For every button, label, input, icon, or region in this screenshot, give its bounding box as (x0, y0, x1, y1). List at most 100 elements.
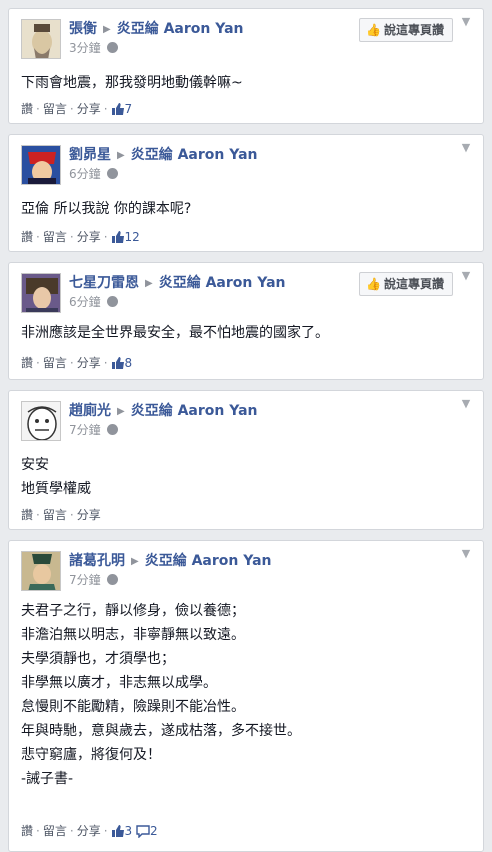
post-text: 非洲應該是全世界最安全，最不怕地震的國家了。 (21, 321, 329, 345)
page-name[interactable]: 炎亞綸 Aaron Yan (145, 553, 272, 569)
arrow-right-icon: ▶ (117, 150, 125, 161)
post-header: 七星刀雷恩 ▶ 炎亞綸 Aaron Yan (69, 273, 286, 295)
post-line: 下雨會地震，那我發明地動儀幹嘛~ (21, 75, 243, 91)
avatar[interactable] (21, 145, 61, 185)
post-actions: 讚 · 留言 · 分享 (21, 508, 101, 522)
like-link[interactable]: 讚 (21, 356, 33, 370)
like-link[interactable]: 讚 (21, 102, 33, 116)
comment-bubble-icon (136, 825, 150, 839)
globe-icon (106, 168, 118, 179)
avatar[interactable] (21, 273, 61, 313)
comment-post: 趙廁光 ▶ 炎亞綸 Aaron Yan 7分鐘 ▼ 安安 地質學權威 讚 · 留言 · 分享 (8, 390, 484, 530)
thumbs-up-icon (111, 103, 124, 115)
post-header: 張衡 ▶ 炎亞綸 Aaron Yan (69, 19, 244, 41)
like-link[interactable]: 讚 (21, 230, 33, 244)
comment-link[interactable]: 留言 (43, 824, 67, 838)
chevron-down-icon[interactable]: ▼ (459, 269, 473, 283)
chevron-down-icon[interactable]: ▼ (459, 397, 473, 411)
post-line: 怠慢則不能勵精，險躁則不能冶性。 (21, 699, 245, 715)
page-name[interactable]: 炎亞綸 Aaron Yan (131, 147, 258, 163)
post-line: 非澹泊無以明志，非寧靜無以致遠。 (21, 627, 245, 643)
author-name[interactable]: 劉昴星 (69, 147, 111, 163)
post-text: 安安 地質學權威 (21, 453, 91, 501)
post-header: 趙廁光 ▶ 炎亞綸 Aaron Yan (69, 401, 258, 423)
chevron-down-icon[interactable]: ▼ (459, 15, 473, 29)
time-text[interactable]: 7分鐘 (69, 573, 101, 587)
share-link[interactable]: 分享 (77, 824, 101, 838)
post-line: 非學無以廣才，非志無以成學。 (21, 675, 217, 691)
post-line: 安安 (21, 457, 49, 473)
comment-link[interactable]: 留言 (43, 102, 67, 116)
chevron-down-icon[interactable]: ▼ (459, 141, 473, 155)
share-link[interactable]: 分享 (77, 102, 101, 116)
time-text[interactable]: 6分鐘 (69, 167, 101, 181)
post-line: 年與時馳，意與歲去，遂成枯落，多不接世。 (21, 723, 301, 739)
comment-link[interactable]: 留言 (43, 230, 67, 244)
post-text: 亞倫 所以我說 你的課本呢? (21, 197, 191, 221)
comment-post: 諸葛孔明 ▶ 炎亞綸 Aaron Yan 7分鐘 ▼ 夫君子之行，靜以修身，儉以養德… (8, 540, 484, 852)
post-header: 諸葛孔明 ▶ 炎亞綸 Aaron Yan (69, 551, 272, 573)
avatar[interactable] (21, 551, 61, 591)
globe-icon (106, 574, 118, 585)
like-page-button[interactable]: 👍 說這專頁讚 (359, 272, 453, 296)
post-line: 非洲應該是全世界最安全，最不怕地震的國家了。 (21, 325, 329, 341)
globe-icon (106, 296, 118, 307)
timestamp: 3分鐘 (69, 40, 118, 56)
comment-post: 張衡 ▶ 炎亞綸 Aaron Yan 3分鐘 👍 說這專頁讚 ▼ 下雨會地震，那我發明… (8, 8, 484, 124)
author-name[interactable]: 七星刀雷恩 (69, 275, 139, 291)
time-text[interactable]: 6分鐘 (69, 295, 101, 309)
arrow-right-icon: ▶ (145, 278, 153, 289)
post-actions: 讚 · 留言 · 分享 · 7 (21, 102, 133, 116)
comment-link[interactable]: 留言 (43, 356, 67, 370)
like-link[interactable]: 讚 (21, 508, 33, 522)
like-page-button[interactable]: 👍 說這專頁讚 (359, 18, 453, 42)
thumbs-up-icon: 👍 (366, 23, 381, 37)
thumbs-up-icon: 👍 (366, 277, 381, 291)
post-actions: 讚 · 留言 · 分享 · 8 (21, 356, 133, 370)
likes-count[interactable]: 12 (111, 230, 140, 244)
author-name[interactable]: 諸葛孔明 (69, 553, 125, 569)
comment-post: 劉昴星 ▶ 炎亞綸 Aaron Yan 6分鐘 ▼ 亞倫 所以我說 你的課本呢? 讚… (8, 134, 484, 252)
post-line: -誡子書- (21, 771, 74, 787)
thumbs-up-icon (111, 357, 124, 369)
author-name[interactable]: 趙廁光 (69, 403, 111, 419)
like-link[interactable]: 讚 (21, 824, 33, 838)
post-line: 夫君子之行，靜以修身，儉以養德； (21, 603, 245, 619)
likes-count[interactable]: 7 (111, 102, 132, 116)
post-actions: 讚 · 留言 · 分享 · 3 2 (21, 824, 158, 839)
comments-count[interactable]: 2 (136, 824, 158, 839)
arrow-right-icon: ▶ (117, 406, 125, 417)
arrow-right-icon: ▶ (131, 556, 139, 567)
likes-count[interactable]: 3 (111, 824, 132, 838)
post-line: 亞倫 所以我說 你的課本呢? (21, 201, 192, 217)
share-link[interactable]: 分享 (77, 508, 101, 522)
globe-icon (106, 42, 118, 53)
post-text: 下雨會地震，那我發明地動儀幹嘛~ (21, 71, 243, 95)
comment-post: 七星刀雷恩 ▶ 炎亞綸 Aaron Yan 6分鐘 👍 說這專頁讚 ▼ 非洲應該是全世… (8, 262, 484, 380)
avatar[interactable] (21, 19, 61, 59)
arrow-right-icon: ▶ (103, 24, 111, 35)
page-name[interactable]: 炎亞綸 Aaron Yan (131, 403, 258, 419)
likes-count[interactable]: 8 (111, 356, 132, 370)
avatar[interactable] (21, 401, 61, 441)
timestamp: 6分鐘 (69, 294, 118, 310)
share-link[interactable]: 分享 (77, 356, 101, 370)
chevron-down-icon[interactable]: ▼ (459, 547, 473, 561)
timestamp: 7分鐘 (69, 572, 118, 588)
share-link[interactable]: 分享 (77, 230, 101, 244)
post-line: 夫學須靜也，才須學也； (21, 651, 175, 667)
post-actions: 讚 · 留言 · 分享 · 12 (21, 230, 140, 244)
author-name[interactable]: 張衡 (69, 21, 97, 37)
time-text[interactable]: 7分鐘 (69, 423, 101, 437)
post-text: 夫君子之行，靜以修身，儉以養德； 非澹泊無以明志，非寧靜無以致遠。 夫學須靜也，… (21, 599, 301, 791)
post-header: 劉昴星 ▶ 炎亞綸 Aaron Yan (69, 145, 258, 167)
timestamp: 6分鐘 (69, 166, 118, 182)
page-name[interactable]: 炎亞綸 Aaron Yan (117, 21, 244, 37)
post-line: 地質學權威 (21, 481, 91, 497)
thumbs-up-icon (111, 825, 124, 837)
page-name[interactable]: 炎亞綸 Aaron Yan (159, 275, 286, 291)
time-text[interactable]: 3分鐘 (69, 41, 101, 55)
timestamp: 7分鐘 (69, 422, 118, 438)
comment-link[interactable]: 留言 (43, 508, 67, 522)
thumbs-up-icon (111, 231, 124, 243)
